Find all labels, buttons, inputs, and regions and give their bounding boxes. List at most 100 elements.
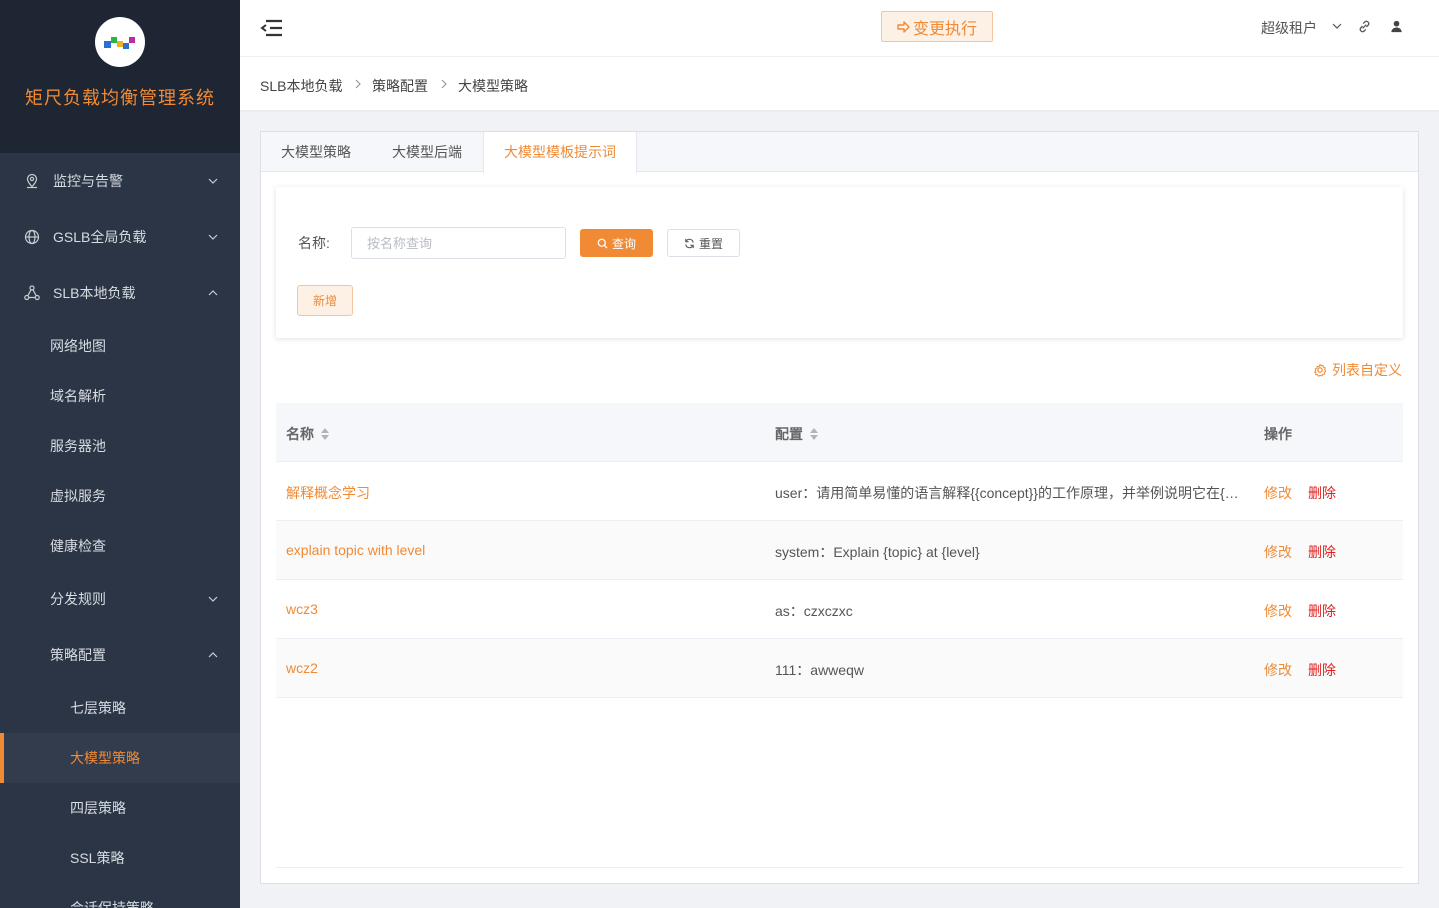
- delete-button[interactable]: 删除: [1308, 483, 1336, 503]
- table-row: 解释概念学习 user：请用简单易懂的语言解释{{concept}}的工作原理，…: [276, 462, 1403, 521]
- search-form: 名称: 查询 重置 新增: [276, 187, 1403, 338]
- sidebar-item-llm-policy[interactable]: 大模型策略: [0, 733, 240, 783]
- breadcrumb: SLB本地负载 策略配置 大模型策略: [240, 56, 1439, 110]
- sidebar-item-session-policy[interactable]: 会话保持策略: [0, 883, 240, 908]
- column-config-header[interactable]: 配置: [775, 424, 819, 444]
- sidebar-item-label: 策略配置: [50, 647, 106, 663]
- query-button[interactable]: 查询: [580, 229, 653, 257]
- sidebar-item-ssl-policy[interactable]: SSL策略: [0, 833, 240, 883]
- breadcrumb-item-current: 大模型策略: [458, 78, 528, 94]
- chevron-up-icon: [208, 652, 218, 658]
- add-button[interactable]: 新增: [297, 285, 353, 316]
- sidebar-item-label: 健康检查: [50, 538, 106, 554]
- column-name-header[interactable]: 名称: [286, 424, 330, 444]
- breadcrumb-item[interactable]: 策略配置: [372, 76, 428, 96]
- gear-icon: [1313, 363, 1327, 377]
- sidebar-item-l4-policy[interactable]: 四层策略: [0, 783, 240, 833]
- tab-llm-policy[interactable]: 大模型策略: [261, 132, 371, 172]
- sidebar-item-health-check[interactable]: 健康检查: [0, 521, 240, 571]
- menu-fold-icon[interactable]: [260, 18, 284, 38]
- delete-button[interactable]: 删除: [1308, 601, 1336, 621]
- column-header-label: 配置: [775, 426, 803, 442]
- edit-button[interactable]: 修改: [1264, 660, 1292, 680]
- sidebar-item-label: 域名解析: [50, 388, 106, 404]
- change-execute-button[interactable]: 变更执行: [881, 11, 993, 42]
- row-config: 111：awweqw: [775, 662, 864, 678]
- delete-button[interactable]: 删除: [1308, 660, 1336, 680]
- breadcrumb-item[interactable]: SLB本地负载: [260, 76, 342, 96]
- sidebar-item-label: 会话保持策略: [70, 900, 154, 908]
- name-search-input[interactable]: [351, 227, 566, 259]
- user-icon[interactable]: [1389, 19, 1404, 34]
- tab-llm-backend[interactable]: 大模型后端: [372, 132, 482, 172]
- table-row: explain topic with level system：Explain …: [276, 521, 1403, 580]
- sidebar-item-label: 大模型策略: [70, 750, 140, 766]
- reset-button[interactable]: 重置: [667, 229, 740, 257]
- tab-bar: 大模型策略 大模型后端 大模型模板提示词: [261, 132, 1418, 173]
- row-name-link[interactable]: 解释概念学习: [286, 483, 370, 503]
- prompt-template-table: 名称 配置 操作 解释概念学习 user：请用简单易懂的语言解释{{concep…: [276, 403, 1403, 698]
- sort-icon: [321, 428, 329, 440]
- exec-button-label: 变更执行: [912, 20, 977, 38]
- row-name-link[interactable]: wcz3: [286, 601, 318, 617]
- sidebar-item-dispatch-rules[interactable]: 分发规则: [0, 571, 240, 627]
- network-nodes-icon: [24, 285, 40, 301]
- app-logo: [95, 17, 145, 67]
- chevron-up-icon: [208, 290, 218, 296]
- chevron-right-icon: [355, 79, 361, 89]
- sidebar-item-label: 七层策略: [70, 700, 126, 716]
- link-icon[interactable]: [1357, 19, 1372, 34]
- column-header-label: 操作: [1264, 426, 1292, 442]
- search-icon: [597, 238, 608, 249]
- sort-icon: [810, 428, 818, 440]
- edit-button[interactable]: 修改: [1264, 542, 1292, 562]
- column-customize-button[interactable]: 列表自定义: [1313, 360, 1402, 380]
- menu-monitor-label: 监控与告警: [53, 173, 123, 189]
- tenant-selector[interactable]: 超级租户: [1261, 18, 1317, 38]
- top-bar: 变更执行 超级租户: [240, 0, 1439, 56]
- sidebar: 矩尺负载均衡管理系统 监控与告警 GSLB全局负载 SLB本地负载 网络地图 域…: [0, 0, 240, 908]
- app-title: 矩尺负载均衡管理系统: [25, 88, 215, 108]
- row-config: as：czxczxc: [775, 603, 853, 619]
- sidebar-item-label: 四层策略: [70, 800, 126, 816]
- row-name-link[interactable]: explain topic with level: [286, 542, 425, 558]
- chevron-down-icon: [208, 596, 218, 602]
- execute-icon: [897, 20, 910, 33]
- name-label: 名称:: [298, 235, 330, 251]
- sidebar-item-dns[interactable]: 域名解析: [0, 371, 240, 421]
- logo-block: 矩尺负载均衡管理系统: [0, 0, 240, 153]
- table-header: 名称 配置 操作: [276, 403, 1403, 462]
- sidebar-item-label: 网络地图: [50, 338, 106, 354]
- menu-slb[interactable]: SLB本地负载: [0, 265, 240, 321]
- reset-button-label: 重置: [698, 236, 723, 251]
- row-name-link[interactable]: wcz2: [286, 660, 318, 676]
- chevron-right-icon: [441, 79, 447, 89]
- edit-button[interactable]: 修改: [1264, 601, 1292, 621]
- column-actions-header: 操作: [1264, 424, 1292, 444]
- sidebar-item-virtual-service[interactable]: 虚拟服务: [0, 471, 240, 521]
- sidebar-item-server-pool[interactable]: 服务器池: [0, 421, 240, 471]
- menu-monitor[interactable]: 监控与告警: [0, 153, 240, 209]
- sidebar-item-label: SSL策略: [70, 850, 125, 866]
- sidebar-item-label: 分发规则: [50, 591, 106, 607]
- sidebar-item-network-map[interactable]: 网络地图: [0, 321, 240, 371]
- customize-label: 列表自定义: [1332, 362, 1402, 378]
- row-config: system：Explain {topic} at {level}: [775, 544, 980, 560]
- menu-gslb[interactable]: GSLB全局负载: [0, 209, 240, 265]
- sidebar-item-policy-config[interactable]: 策略配置: [0, 627, 240, 683]
- menu-slb-label: SLB本地负载: [53, 285, 136, 301]
- sidebar-item-label: 虚拟服务: [50, 488, 106, 504]
- tab-llm-prompt-template[interactable]: 大模型模板提示词: [483, 132, 637, 173]
- main-panel: 大模型策略 大模型后端 大模型模板提示词 名称: 查询 重置 新增 列表自定义 …: [260, 131, 1419, 884]
- chevron-down-icon: [208, 234, 218, 240]
- chevron-down-icon[interactable]: [1332, 21, 1342, 31]
- delete-button[interactable]: 删除: [1308, 542, 1336, 562]
- table-row: wcz3 as：czxczxc 修改 删除: [276, 580, 1403, 639]
- globe-icon: [24, 229, 40, 245]
- query-button-label: 查询: [611, 236, 636, 251]
- edit-button[interactable]: 修改: [1264, 483, 1292, 503]
- sidebar-item-label: 服务器池: [50, 438, 106, 454]
- refresh-icon: [685, 238, 694, 248]
- table-row: wcz2 111：awweqw 修改 删除: [276, 639, 1403, 698]
- sidebar-item-l7-policy[interactable]: 七层策略: [0, 683, 240, 733]
